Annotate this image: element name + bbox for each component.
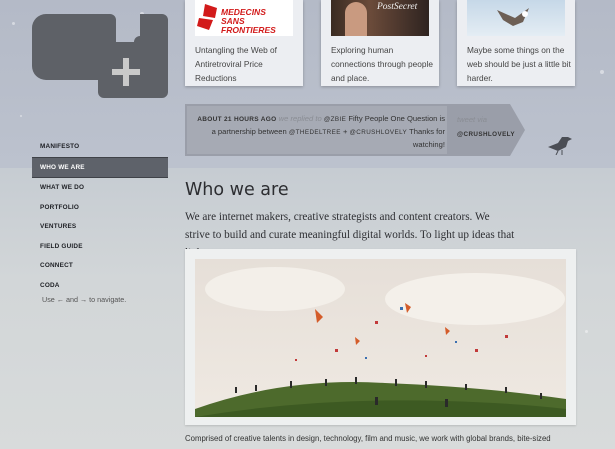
page-title: Who we are (185, 180, 289, 200)
bird-icon (548, 137, 572, 155)
decor-speck (585, 330, 588, 333)
msf-name-line2: SANS FRONTIERES (221, 16, 276, 35)
nav-item-what-we-do[interactable]: WHAT WE DO (32, 178, 168, 198)
tweet-plus: + (342, 127, 348, 136)
site-logo[interactable] (32, 14, 168, 98)
nav-item-coda[interactable]: CODA (32, 276, 168, 296)
kites-photo (195, 259, 566, 417)
nav-item-manifesto[interactable]: MANIFESTO (32, 137, 168, 157)
nav-hint: Use ← and → to navigate. (42, 295, 127, 304)
card-caption: Maybe some things on the web should be j… (467, 45, 571, 83)
tweet-panel: ABOUT 21 HOURS AGO we replied to @ZBIE F… (185, 104, 525, 156)
nav-item-connect[interactable]: CONNECT (32, 256, 168, 276)
tweet-time: ABOUT 21 HOURS AGO (197, 116, 277, 123)
featured-card-msf[interactable]: MEDECINS SANS FRONTIERES Untangling the … (185, 0, 303, 86)
photo-frame (185, 249, 576, 425)
logo-shape (32, 14, 168, 98)
nav-item-portfolio[interactable]: PORTFOLIO (32, 198, 168, 218)
nav-item-who-we-are[interactable]: WHO WE ARE (32, 156, 168, 178)
postsecret-thumbnail: PostSecret (331, 0, 429, 36)
tweet-text: ABOUT 21 HOURS AGO we replied to @ZBIE F… (195, 113, 445, 151)
kites-scene (195, 259, 566, 417)
person-photo (345, 2, 367, 36)
featured-card-bird[interactable]: Maybe some things on the web should be j… (457, 0, 575, 86)
card-caption: Exploring human connections through peop… (331, 45, 433, 83)
decor-speck (600, 70, 604, 74)
plus-icon (112, 58, 140, 86)
bird-photo-icon (497, 8, 529, 26)
bird-thumbnail (467, 0, 565, 36)
featured-card-postsecret[interactable]: PostSecret Exploring human connections t… (321, 0, 439, 86)
nav-item-ventures[interactable]: VENTURES (32, 217, 168, 237)
body-paragraph: Comprised of creative talents in design,… (185, 434, 551, 443)
tweet-replied-label: we replied to (278, 114, 322, 123)
postsecret-label: PostSecret (377, 2, 418, 12)
decor-speck (20, 115, 22, 117)
decor-speck (12, 22, 15, 25)
tweet-handle-link[interactable]: @THEDELTREE (289, 129, 341, 136)
card-caption: Untangling the Web of Antiretroviral Pri… (195, 45, 277, 83)
tweet-via-handle[interactable]: @CRUSHLOVELY (457, 131, 515, 138)
main-nav: MANIFESTO WHO WE ARE WHAT WE DO PORTFOLI… (32, 137, 168, 295)
tweet-via: tweet via @CRUSHLOVELY (457, 113, 515, 142)
tweet-via-label: tweet via (457, 115, 487, 124)
tweet-body-2: Thanks for watching! (409, 127, 445, 149)
tweet-handle-link[interactable]: @ZBIE (324, 116, 346, 123)
tweet-handle-link[interactable]: @CRUSHLOVELY (350, 129, 408, 136)
msf-thumbnail: MEDECINS SANS FRONTIERES (195, 0, 293, 36)
nav-item-field-guide[interactable]: FIELD GUIDE (32, 237, 168, 257)
